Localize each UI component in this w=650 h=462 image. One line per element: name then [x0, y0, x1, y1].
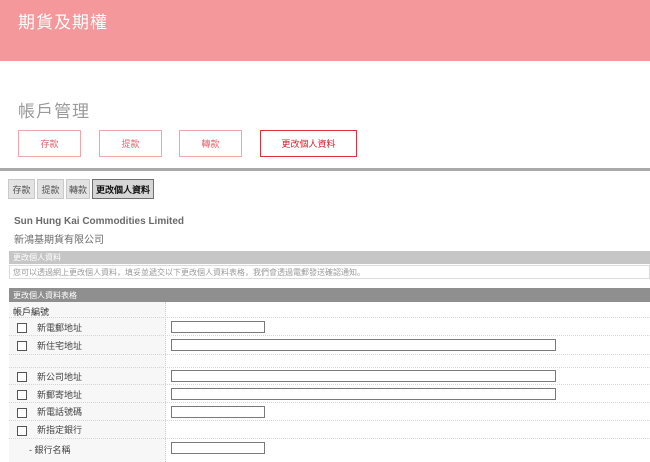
mailing-address-field[interactable] — [171, 388, 556, 400]
page-header-title: 期貨及期權 — [18, 13, 108, 32]
office-address-field[interactable] — [171, 370, 556, 382]
company-name-en: Sun Hung Kai Commodities Limited — [14, 216, 185, 227]
home-address-checkbox[interactable] — [17, 341, 27, 351]
withdraw-button[interactable]: 提款 — [99, 130, 162, 157]
deposit-button[interactable]: 存款 — [18, 130, 81, 157]
form-title: 更改個人資料表格 — [13, 291, 77, 300]
row-divider — [9, 317, 650, 318]
email-field[interactable] — [171, 321, 265, 333]
account-number-label: 帳戶編號 — [13, 307, 50, 317]
tab-transfer[interactable]: 轉款 — [66, 179, 90, 199]
phone-field[interactable] — [171, 406, 265, 418]
transfer-button[interactable]: 轉款 — [179, 130, 242, 157]
row-divider — [9, 384, 650, 385]
bank-name-field[interactable] — [171, 442, 265, 454]
section-title: 帳戶管理 — [18, 102, 90, 121]
tab-update-info[interactable]: 更改個人資料 — [92, 179, 154, 199]
row-divider — [9, 402, 650, 403]
row-divider — [9, 367, 650, 368]
info-note: 您可以透過網上更改個人資料，填妥並遞交以下更改個人資料表格，我們會透過電郵發送確… — [9, 265, 650, 279]
row-divider — [9, 420, 650, 421]
mailing-address-label: 新郵寄地址 — [37, 390, 83, 400]
email-checkbox[interactable] — [17, 323, 27, 333]
bank-name-label: - 銀行名稱 — [29, 445, 71, 455]
info-band-title: 更改個人資料 — [13, 253, 61, 262]
bank-checkbox[interactable] — [17, 426, 27, 436]
info-note-text: 您可以透過網上更改個人資料，填妥並遞交以下更改個人資料表格，我們會透過電郵發送確… — [13, 268, 365, 277]
email-label: 新電郵地址 — [37, 323, 83, 333]
update-info-button[interactable]: 更改個人資料 — [260, 130, 357, 157]
phone-label: 新電話號碼 — [37, 407, 83, 417]
mailing-address-checkbox[interactable] — [17, 390, 27, 400]
office-address-checkbox[interactable] — [17, 372, 27, 382]
tab-withdraw[interactable]: 提款 — [37, 179, 64, 199]
office-address-label: 新公司地址 — [37, 372, 83, 382]
row-divider — [9, 335, 650, 336]
row-divider — [9, 354, 650, 355]
info-band: 更改個人資料 — [9, 251, 650, 264]
form-header: 更改個人資料表格 — [9, 288, 650, 302]
tab-deposit[interactable]: 存款 — [8, 179, 35, 199]
company-name-zh: 新鴻基期貨有限公司 — [14, 235, 104, 246]
header-bar: 期貨及期權 — [0, 0, 650, 61]
phone-checkbox[interactable] — [17, 408, 27, 418]
divider — [0, 168, 650, 171]
home-address-field[interactable] — [171, 339, 556, 351]
row-divider — [9, 438, 650, 439]
form-area — [9, 302, 650, 462]
bank-label: 新指定銀行 — [37, 425, 83, 435]
home-address-label: 新住宅地址 — [37, 341, 83, 351]
